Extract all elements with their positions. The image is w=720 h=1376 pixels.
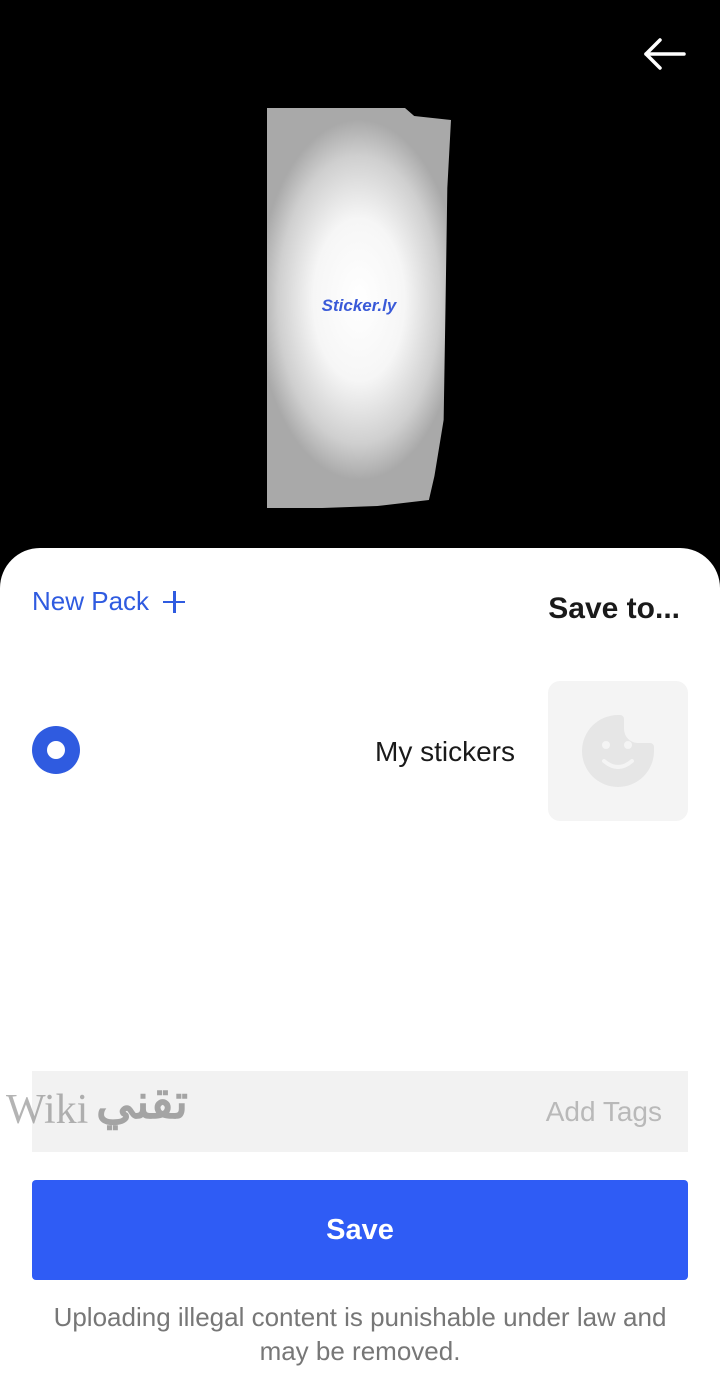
legal-notice: Uploading illegal content is punishable … [53,1302,667,1366]
pack-radio-selected[interactable] [32,726,80,774]
smiley-sticker-icon [582,715,654,787]
new-pack-button[interactable]: New Pack [32,586,186,617]
back-button[interactable] [636,30,692,78]
watermark-arabic-text: تقني [96,1076,189,1129]
save-button[interactable]: Save [32,1180,688,1280]
pack-thumbnail [548,681,688,821]
watermark-latin-text: Wiki [6,1087,89,1133]
pack-item-my-stickers[interactable]: My stickers [0,678,720,824]
sheet-title: Save to... [548,592,680,625]
pack-name: My stickers [375,736,515,767]
sticker-preview-image: Sticker.ly [267,108,451,508]
plus-icon [163,590,186,613]
new-pack-label: New Pack [32,586,150,616]
site-watermark: Wiki تقني [0,1068,240,1164]
arrow-left-icon [644,38,686,70]
sticker-brand-text: Sticker.ly [321,296,397,315]
sticker-preview-area: Sticker.ly [0,0,720,560]
radio-dot [47,741,65,759]
save-to-sheet: New Pack Save to... My stickers Wiki تقن… [0,548,720,1376]
